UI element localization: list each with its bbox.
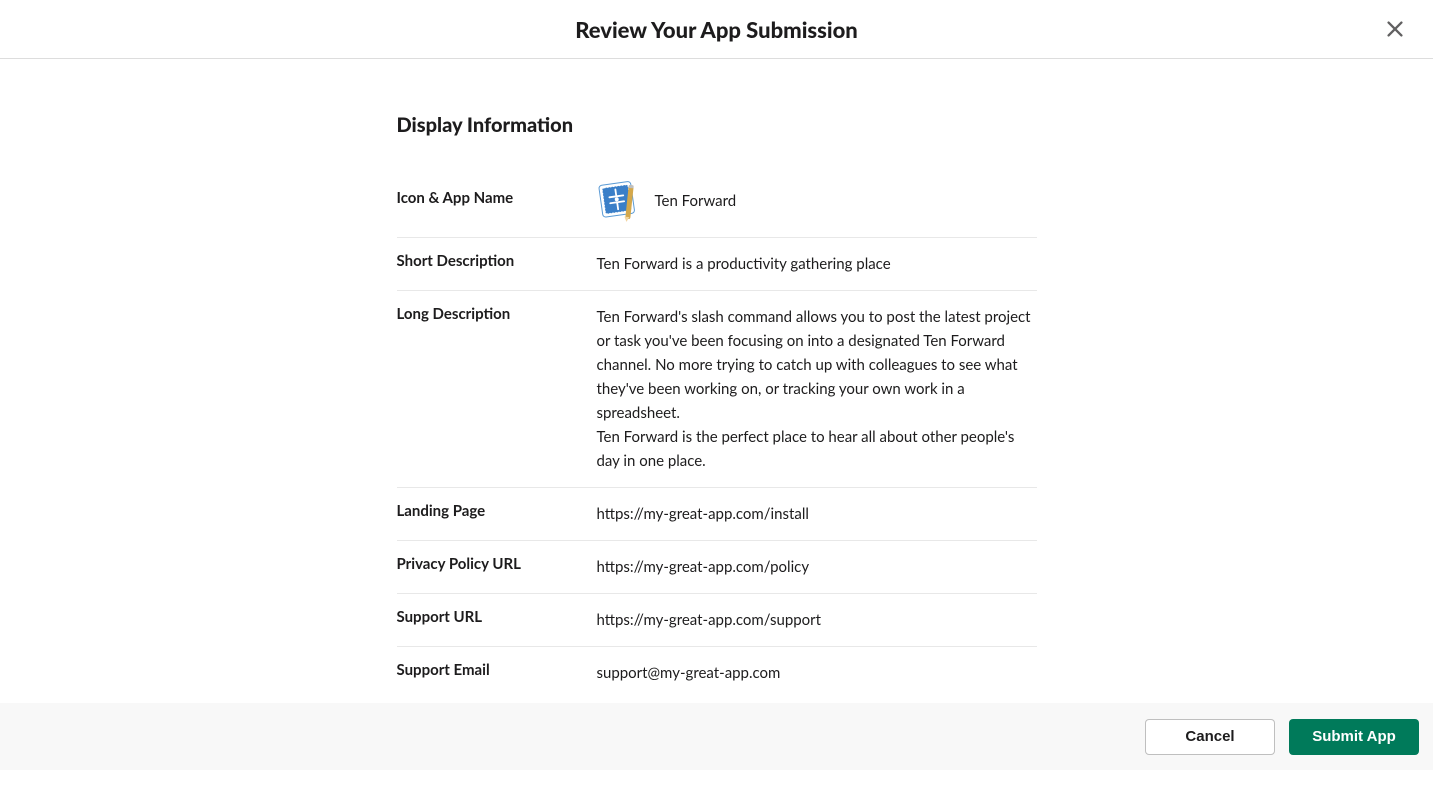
field-label: Landing Page [397, 502, 597, 526]
modal-title: Review Your App Submission [575, 16, 858, 43]
field-landing-page: Landing Page https://my-great-app.com/in… [397, 488, 1037, 541]
submit-app-button[interactable]: Submit App [1289, 719, 1419, 755]
field-value: https://my-great-app.com/policy [597, 555, 1037, 579]
field-support-url: Support URL https://my-great-app.com/sup… [397, 594, 1037, 647]
field-support-email: Support Email support@my-great-app.com [397, 647, 1037, 699]
field-value: https://my-great-app.com/support [597, 608, 1037, 632]
field-icon-app-name: Icon & App Name Ten Forward [397, 165, 1037, 238]
field-long-description: Long Description Ten Forward's slash com… [397, 291, 1037, 488]
long-description-p2: Ten Forward is the perfect place to hear… [597, 425, 1037, 473]
field-label: Short Description [397, 252, 597, 276]
field-value: https://my-great-app.com/install [597, 502, 1037, 526]
field-short-description: Short Description Ten Forward is a produ… [397, 238, 1037, 291]
field-label: Support URL [397, 608, 597, 632]
close-button[interactable] [1381, 15, 1409, 43]
cancel-button[interactable]: Cancel [1145, 719, 1275, 755]
long-description-p1: Ten Forward's slash command allows you t… [597, 305, 1037, 425]
field-label: Icon & App Name [397, 179, 597, 223]
modal-footer: Cancel Submit App [0, 703, 1433, 770]
field-value: Ten Forward's slash command allows you t… [597, 305, 1037, 473]
close-icon [1384, 18, 1406, 40]
field-value: support@my-great-app.com [597, 661, 1037, 685]
field-value: Ten Forward is a productivity gathering … [597, 252, 1037, 276]
app-name-text: Ten Forward [655, 189, 737, 213]
field-privacy-policy: Privacy Policy URL https://my-great-app.… [397, 541, 1037, 594]
modal-header: Review Your App Submission [0, 0, 1433, 59]
app-name-row: Ten Forward [597, 179, 1037, 223]
section-title: Display Information [397, 113, 1037, 137]
app-icon [597, 179, 641, 223]
field-label: Long Description [397, 305, 597, 473]
modal-content: Display Information Icon & App Name [397, 59, 1037, 799]
field-label: Support Email [397, 661, 597, 685]
field-label: Privacy Policy URL [397, 555, 597, 579]
field-value: Ten Forward [597, 179, 1037, 223]
